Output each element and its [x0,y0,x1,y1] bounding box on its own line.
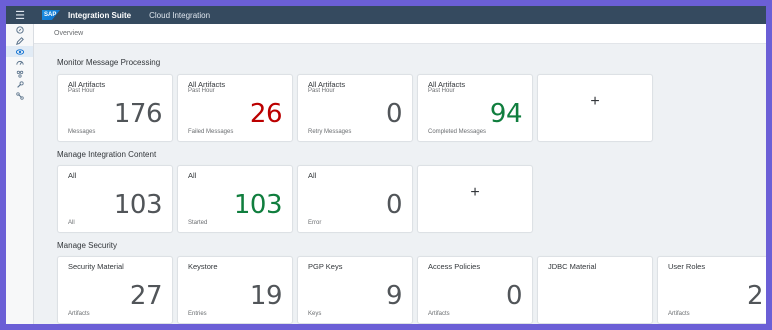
tile-value: 2 [746,281,764,311]
tile-title: All [188,171,197,180]
tile-title: PGP Keys [308,262,343,271]
plus-icon: + [590,93,600,110]
tile-footer: Completed Messages [428,129,487,135]
tile-title: User Roles [668,262,706,271]
overview-content: Monitor Message Processing All Artifacts… [34,44,766,324]
tile-error-content[interactable]: All 0 Error [297,165,413,233]
tile-footer: Messages [68,129,96,135]
link-icon[interactable] [6,90,33,101]
tile-value: 26 [249,99,283,129]
settings-icon[interactable] [6,57,33,68]
tile-value: 0 [385,190,403,220]
tile-security-material[interactable]: Security Material 27 Artifacts [57,256,173,324]
breadcrumb-overview[interactable]: Overview [54,30,83,37]
tile-footer: Entries [188,311,207,317]
tile-title: All [308,171,317,180]
add-tile-monitor[interactable]: + [537,74,653,142]
menu-icon[interactable]: ☰ [6,6,34,24]
side-navigation [6,24,34,324]
tile-failed-messages[interactable]: All Artifacts Past Hour 26 Failed Messag… [177,74,293,142]
tile-all-content[interactable]: All 103 All [57,165,173,233]
tile-keystore[interactable]: Keystore 19 Entries [177,256,293,324]
add-tile-manage[interactable]: + [417,165,533,233]
tile-title: Keystore [188,262,218,271]
tile-footer: All [68,220,75,226]
tile-subtitle: Past Hour [188,88,215,94]
tile-all-messages[interactable]: All Artifacts Past Hour 176 Messages [57,74,173,142]
tile-subtitle: Past Hour [308,88,335,94]
tile-title: JDBC Material [548,262,597,271]
discover-icon[interactable] [6,24,33,35]
tile-value: 176 [113,99,163,129]
tile-subtitle: Past Hour [68,88,95,94]
tile-value: 103 [113,190,163,220]
tile-footer: Artifacts [68,311,90,317]
tile-pgp-keys[interactable]: PGP Keys 9 Keys [297,256,413,324]
product-title[interactable]: Integration Suite [68,11,131,20]
tile-user-roles[interactable]: User Roles 2 Artifacts [657,256,766,324]
tile-value: 9 [385,281,403,311]
tile-value: 0 [505,281,523,311]
tile-footer: Failed Messages [188,129,234,135]
shell-bar: ☰ SAP Integration Suite Cloud Integratio… [6,6,766,24]
tile-value: 103 [233,190,283,220]
tile-subtitle: Past Hour [428,88,455,94]
tile-started-content[interactable]: All 103 Started [177,165,293,233]
tile-value: 27 [129,281,163,311]
tile-value: 94 [489,99,523,129]
tile-title: Security Material [68,262,124,271]
app-window: ☰ SAP Integration Suite Cloud Integratio… [6,6,766,324]
tile-jdbc-material[interactable]: JDBC Material [537,256,653,324]
tile-value: 19 [249,281,283,311]
tile-footer: Started [188,220,208,226]
tile-footer: Retry Messages [308,129,352,135]
tile-access-policies[interactable]: Access Policies 0 Artifacts [417,256,533,324]
tile-value: 0 [385,99,403,129]
tile-footer: Keys [308,311,322,317]
design-icon[interactable] [6,35,33,46]
tile-footer: Artifacts [668,311,690,317]
subproduct-title: Cloud Integration [149,10,211,20]
tile-footer: Error [308,220,322,226]
network-icon[interactable] [6,68,33,79]
tile-title: All [68,171,77,180]
plus-icon: + [470,184,480,201]
tile-title: Access Policies [428,262,481,271]
sap-logo[interactable]: SAP [42,10,60,20]
section-title-security: Manage Security [57,241,118,250]
tile-footer: Artifacts [428,311,450,317]
tile-retry-messages[interactable]: All Artifacts Past Hour 0 Retry Messages [297,74,413,142]
section-title-monitor: Monitor Message Processing [57,58,161,67]
tile-completed-messages[interactable]: All Artifacts Past Hour 94 Completed Mes… [417,74,533,142]
breadcrumb: Overview [34,24,766,44]
section-title-manage: Manage Integration Content [57,150,157,159]
monitor-icon[interactable] [6,46,33,57]
tools-icon[interactable] [6,79,33,90]
